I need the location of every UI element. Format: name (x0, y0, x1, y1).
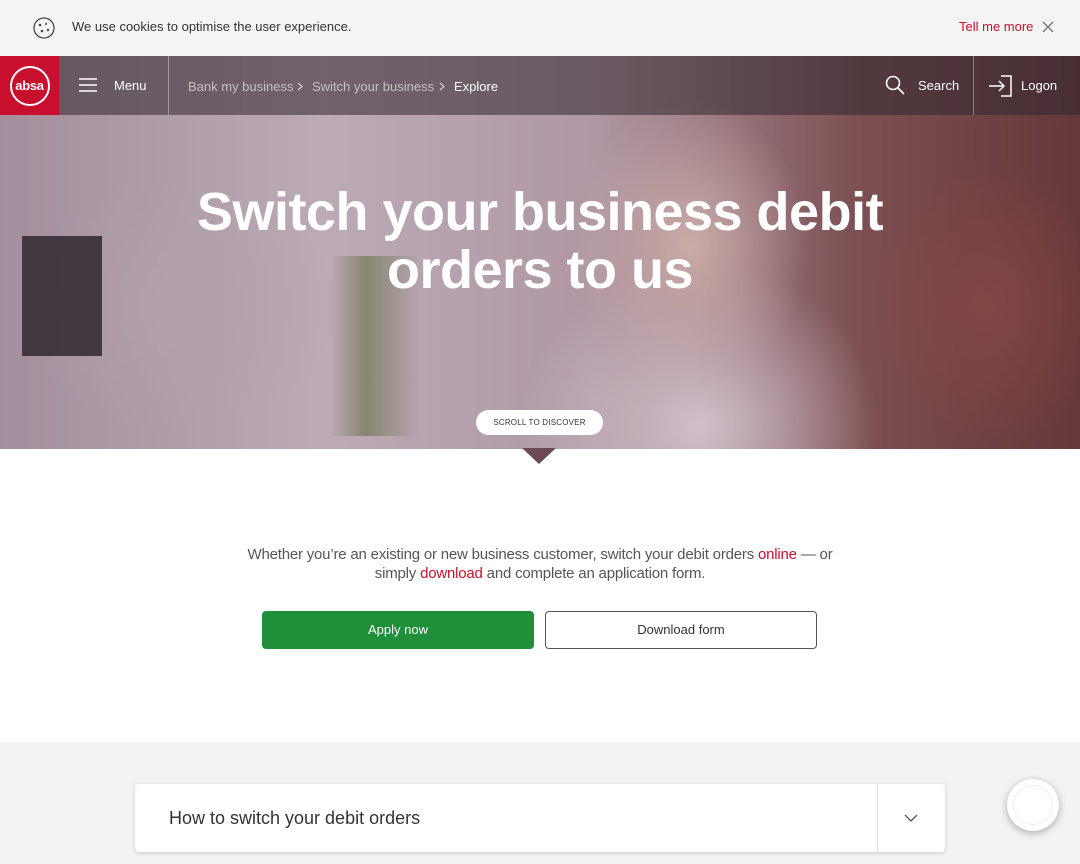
cookie-icon (33, 17, 55, 39)
search-button[interactable]: Search (918, 78, 959, 93)
nav-divider (168, 56, 169, 115)
intro-text-part-3: and complete an application form. (482, 565, 706, 582)
logon-icon[interactable] (988, 75, 1012, 97)
absa-logo[interactable]: absa (0, 56, 59, 115)
chevron-right-icon (439, 82, 445, 91)
download-link[interactable]: download (420, 565, 483, 582)
hero-title-line-2: orders to us (386, 240, 694, 300)
menu-button[interactable]: Menu (114, 78, 147, 93)
intro-text: Whether you’re an existing or new busine… (240, 545, 840, 583)
cookie-banner: We use cookies to optimise the user expe… (0, 0, 1080, 56)
breadcrumb-bank-my-business[interactable]: Bank my business (188, 79, 294, 94)
accordion-title: How to switch your debit orders (169, 808, 421, 828)
nav-divider (973, 56, 974, 115)
hero-notch (522, 448, 556, 464)
chat-icon (1013, 785, 1053, 825)
online-link[interactable]: online (758, 546, 797, 563)
logo-text: absa (9, 65, 50, 106)
breadcrumb-explore[interactable]: Explore (454, 79, 498, 94)
apply-now-button[interactable]: Apply now (262, 611, 534, 649)
chevron-right-icon (297, 82, 303, 91)
logon-button[interactable]: Logon (1021, 78, 1057, 93)
hero-title-line-1: Switch your business debit (196, 182, 884, 242)
accordion-how-to-switch[interactable]: How to switch your debit orders (135, 784, 945, 852)
intro-text-part-1: Whether you’re an existing or new busine… (247, 546, 758, 563)
download-form-button[interactable]: Download form (545, 611, 817, 649)
chat-button[interactable] (1007, 779, 1059, 831)
cookie-message: We use cookies to optimise the user expe… (72, 19, 352, 34)
hero-title: Switch your business debit orders to us (0, 183, 1080, 299)
main-nav: absa Menu Bank my business Switch your b… (0, 56, 1080, 115)
hamburger-icon[interactable] (79, 78, 97, 92)
accordion-divider (877, 784, 878, 852)
scroll-to-discover-button[interactable]: SCROLL TO DISCOVER (476, 410, 603, 435)
chevron-down-icon[interactable] (904, 813, 918, 823)
search-icon[interactable] (885, 75, 905, 95)
tell-me-more-link[interactable]: Tell me more (959, 19, 1033, 34)
close-icon[interactable] (1041, 20, 1055, 34)
breadcrumb-switch-your-business[interactable]: Switch your business (312, 79, 434, 94)
